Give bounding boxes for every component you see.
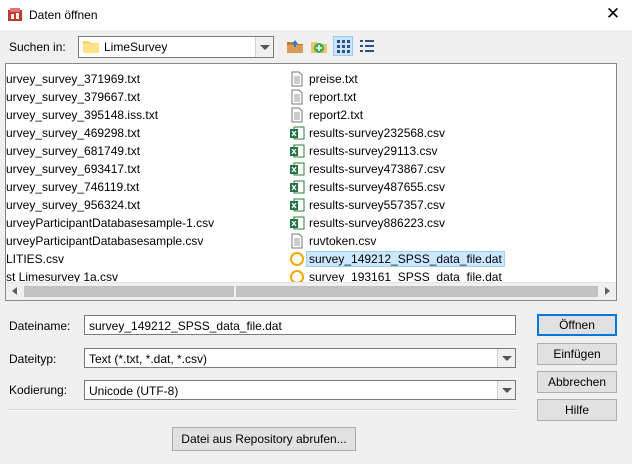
excel-file-icon — [290, 162, 305, 176]
retrieve-from-repository-button[interactable]: Datei aus Repository abrufen... — [172, 427, 356, 451]
file-item[interactable]: report2.txt — [289, 106, 504, 124]
file-column-right: preise.txt report.txt report2.txt result… — [289, 70, 505, 286]
excel-file-icon — [290, 144, 305, 158]
open-button[interactable]: Öffnen — [537, 314, 617, 336]
new-folder-icon[interactable] — [309, 36, 329, 56]
text-file-icon — [291, 107, 303, 123]
folder-icon — [83, 41, 99, 53]
details-view-icon[interactable] — [357, 36, 377, 56]
divider — [8, 409, 516, 411]
title-bar: Daten öffnen ✕ — [0, 0, 632, 30]
file-item[interactable]: results-survey487655.csv — [289, 178, 504, 196]
excel-file-icon — [290, 198, 305, 212]
file-item[interactable]: urvey_survey_379667.txt — [6, 88, 266, 106]
file-item[interactable]: LITIES.csv — [6, 250, 266, 268]
filetype-label: Dateityp: — [9, 352, 57, 366]
spss-data-icon — [290, 252, 304, 266]
file-item[interactable]: urvey_survey_469298.txt — [6, 124, 266, 142]
file-item[interactable]: urvey_survey_956324.txt — [6, 196, 266, 214]
scroll-right-icon[interactable] — [599, 283, 616, 300]
file-item[interactable]: results-survey473867.csv — [289, 160, 504, 178]
file-item[interactable]: urvey_survey_395148.iss.txt — [6, 106, 266, 124]
encoding-select[interactable]: Unicode (UTF-8) — [84, 380, 516, 400]
list-view-icon[interactable] — [333, 36, 353, 56]
cancel-button[interactable]: Abbrechen — [537, 371, 617, 393]
file-item[interactable]: urvey_survey_371969.txt — [6, 70, 266, 88]
file-item[interactable]: results-survey557357.csv — [289, 196, 504, 214]
lookin-folder-name: LimeSurvey — [104, 40, 168, 54]
file-item[interactable]: report.txt — [289, 88, 504, 106]
scrollbar-thumb[interactable] — [24, 286, 598, 297]
file-item[interactable]: urvey_survey_693417.txt — [6, 160, 266, 178]
file-item[interactable]: results-survey29113.csv — [289, 142, 504, 160]
file-item[interactable]: urvey_survey_681749.txt — [6, 142, 266, 160]
help-button[interactable]: Hilfe — [537, 399, 617, 421]
excel-file-icon — [290, 216, 305, 230]
close-icon[interactable]: ✕ — [600, 2, 626, 26]
chevron-down-icon[interactable] — [497, 349, 515, 367]
paste-button[interactable]: Einfügen — [537, 343, 617, 365]
file-item[interactable]: results-survey886223.csv — [289, 214, 504, 232]
lookin-label: Suchen in: — [9, 40, 66, 54]
file-item[interactable]: ruvtoken.csv — [289, 232, 504, 250]
text-file-icon — [291, 71, 303, 87]
horizontal-scrollbar[interactable] — [6, 282, 616, 300]
filename-label: Dateiname: — [9, 319, 71, 333]
file-column-left: urvey_survey_371969.txt urvey_survey_379… — [6, 70, 266, 286]
chevron-down-icon[interactable] — [255, 37, 273, 57]
file-item[interactable]: results-survey232568.csv — [289, 124, 504, 142]
filetype-select[interactable]: Text (*.txt, *.dat, *.csv) — [84, 348, 516, 368]
spss-app-icon — [8, 8, 22, 21]
text-file-icon — [291, 89, 303, 105]
scroll-left-icon[interactable] — [6, 283, 23, 300]
file-item-selected[interactable]: survey_149212_SPSS_data_file.dat — [289, 250, 505, 268]
excel-file-icon — [290, 180, 305, 194]
excel-file-icon — [290, 126, 305, 140]
file-item[interactable]: preise.txt — [289, 70, 504, 88]
file-item[interactable]: urvey_survey_746119.txt — [6, 178, 266, 196]
file-item[interactable]: urveyParticipantDatabasesample.csv — [6, 232, 266, 250]
encoding-label: Kodierung: — [9, 383, 68, 397]
filename-field[interactable]: survey_149212_SPSS_data_file.dat — [84, 315, 516, 335]
text-file-icon — [291, 233, 303, 249]
up-folder-icon[interactable] — [285, 36, 305, 56]
window-title: Daten öffnen — [29, 8, 98, 22]
file-list[interactable]: urvey_survey_371969.txt urvey_survey_379… — [5, 63, 617, 301]
file-item[interactable]: urveyParticipantDatabasesample-1.csv — [6, 214, 266, 232]
lookin-combo[interactable]: LimeSurvey — [78, 36, 274, 58]
chevron-down-icon[interactable] — [497, 381, 515, 399]
